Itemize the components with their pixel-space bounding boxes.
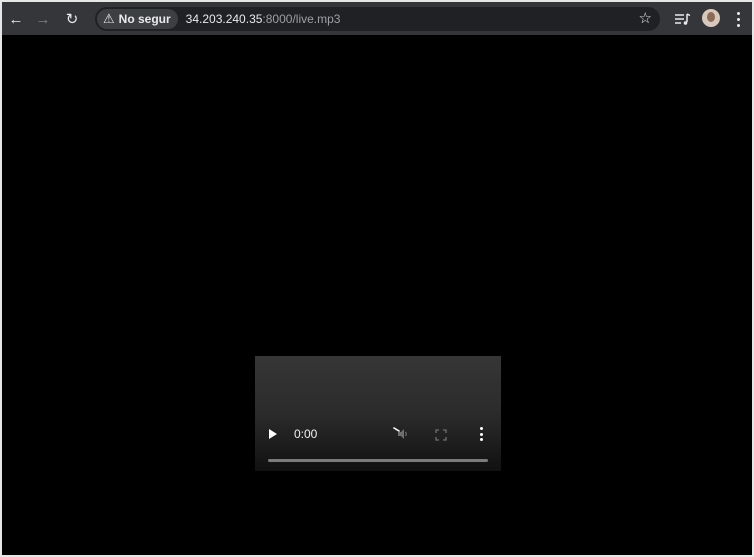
page-viewport: 0:00 (2, 35, 752, 555)
reload-icon: ↻ (65, 10, 79, 28)
arrow-right-icon: → (35, 10, 51, 28)
arrow-left-icon: ← (8, 10, 24, 28)
menu-dot-icon (736, 23, 740, 27)
menu-dot-icon (736, 11, 740, 15)
menu-dot-icon (479, 427, 483, 430)
bookmark-star-button[interactable]: ☆ (639, 10, 652, 28)
browser-window: ← → ↻ ⚠ No segur 34.203.240.35:8000/live… (2, 2, 752, 555)
browser-menu-button[interactable] (731, 9, 745, 29)
play-button[interactable] (269, 429, 277, 439)
audio-player: 0:00 (255, 356, 501, 471)
fullscreen-icon (435, 429, 447, 441)
url-path: :8000/live.mp3 (262, 12, 341, 26)
profile-avatar[interactable] (702, 9, 720, 27)
current-time: 0:00 (294, 427, 318, 441)
player-options-button[interactable] (479, 427, 483, 441)
media-controls-button[interactable] (672, 9, 692, 29)
browser-toolbar: ← → ↻ ⚠ No segur 34.203.240.35:8000/live… (2, 2, 752, 35)
url-text[interactable]: 34.203.240.35:8000/live.mp3 (186, 12, 341, 26)
fullscreen-button[interactable] (435, 428, 447, 441)
url-host: 34.203.240.35 (185, 12, 263, 26)
seek-bar[interactable] (268, 459, 488, 462)
security-chip-label: No segur (118, 12, 171, 26)
avatar-face-icon (707, 12, 715, 22)
media-queue-icon (675, 13, 691, 25)
security-chip[interactable]: ⚠ No segur (97, 9, 178, 29)
star-icon: ☆ (638, 10, 652, 27)
volume-muted-icon (393, 427, 407, 439)
reload-button[interactable]: ↻ (60, 7, 84, 31)
back-button[interactable]: ← (4, 7, 28, 31)
mute-button[interactable] (393, 427, 409, 441)
menu-dot-icon (479, 432, 483, 436)
warning-triangle-icon: ⚠ (103, 11, 115, 26)
menu-dot-icon (479, 438, 483, 441)
address-bar[interactable]: ⚠ No segur 34.203.240.35:8000/live.mp3 ☆ (95, 7, 660, 31)
menu-dot-icon (736, 17, 740, 21)
forward-button[interactable]: → (31, 7, 55, 31)
